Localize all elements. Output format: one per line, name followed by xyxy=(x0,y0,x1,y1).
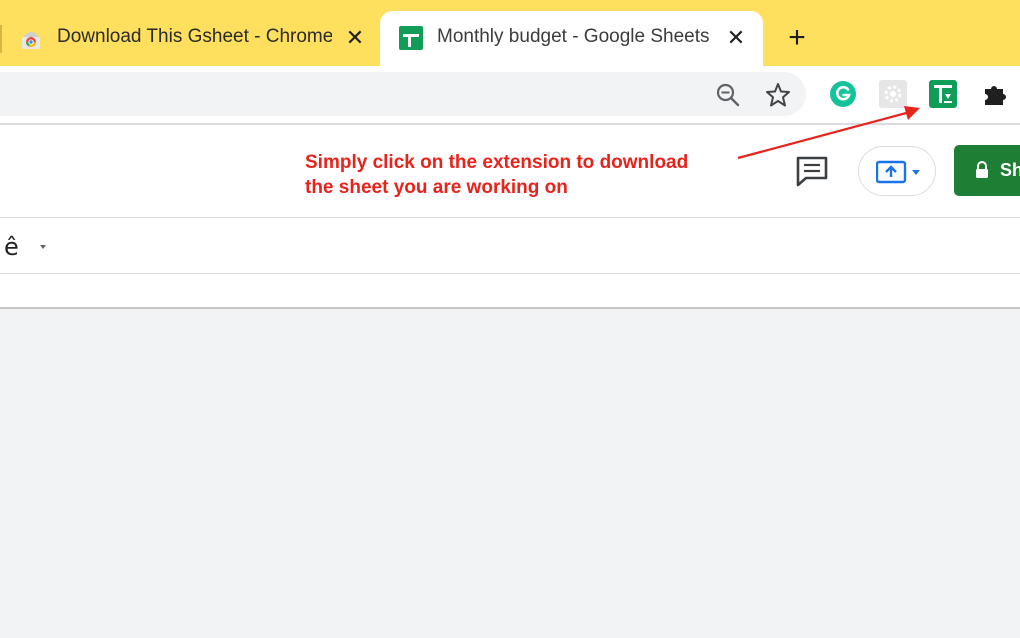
font-selector-glyph[interactable]: ê xyxy=(4,233,19,261)
share-label: Sh xyxy=(1000,160,1020,180)
tab-title: Monthly budget - Google Sheets xyxy=(437,26,710,47)
tab-separator xyxy=(0,25,2,53)
close-icon[interactable]: ✕ xyxy=(724,26,748,50)
comment-icon[interactable] xyxy=(795,155,829,187)
tab-strip: Download This Gsheet - Chrome Web Store … xyxy=(0,0,1020,66)
browser-window: Download This Gsheet - Chrome Web Store … xyxy=(0,0,1020,638)
chrome-web-store-icon xyxy=(22,32,40,49)
formula-bar[interactable] xyxy=(0,274,1020,308)
new-tab-button[interactable]: + xyxy=(783,23,811,53)
share-button[interactable]: Sh xyxy=(954,145,1020,196)
annotation-line: the sheet you are working on xyxy=(305,177,568,198)
tab-monthly-budget[interactable]: Monthly budget - Google Sheets ✕ xyxy=(380,11,763,66)
annotation-text: Simply click on the extension to downloa… xyxy=(305,150,745,200)
annotation-line: Simply click on the extension to downloa… xyxy=(305,152,689,173)
sheets-toolbar: ê xyxy=(0,218,1020,274)
google-sheets-icon xyxy=(399,26,423,50)
gsheet-download-extension-icon[interactable] xyxy=(929,80,957,108)
present-icon xyxy=(876,160,920,184)
tab-chrome-web-store[interactable]: Download This Gsheet - Chrome Web Store … xyxy=(0,11,380,66)
sheet-grid-area xyxy=(0,309,1020,638)
tab-title: Download This Gsheet - Chrome Web Store xyxy=(57,26,332,47)
chevron-down-icon[interactable] xyxy=(39,244,47,250)
present-button[interactable] xyxy=(858,146,936,196)
puzzle-icon[interactable] xyxy=(981,80,1009,108)
lock-icon xyxy=(976,161,988,178)
close-icon[interactable]: ✕ xyxy=(343,26,367,50)
address-bar[interactable] xyxy=(0,72,806,116)
